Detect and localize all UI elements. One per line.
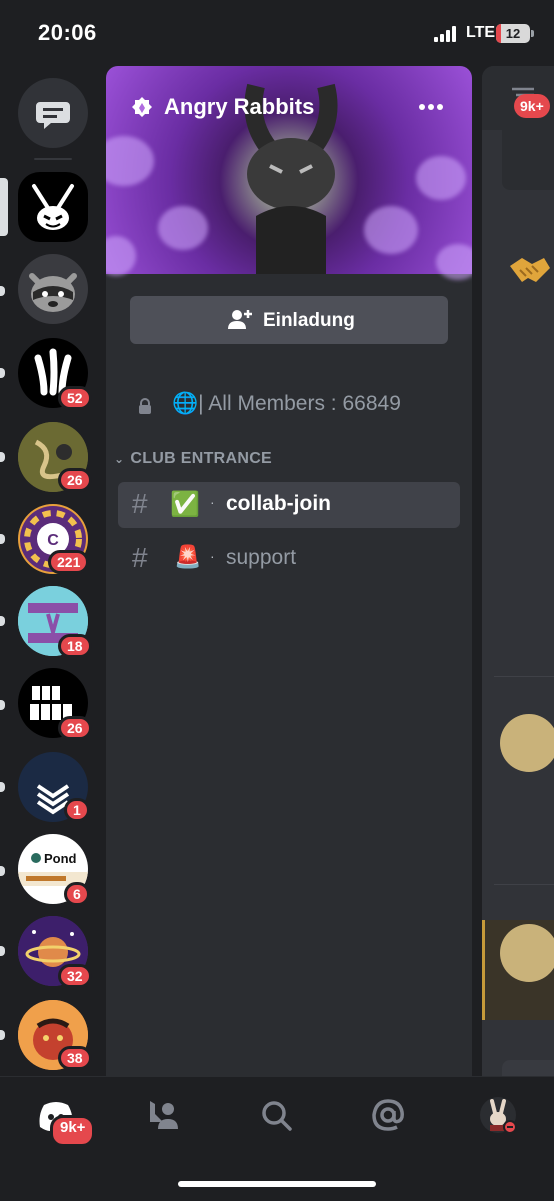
channel-panel: Angry Rabbits Einladung 🌐| All Members :… xyxy=(106,66,472,1076)
selected-server-indicator xyxy=(0,178,8,236)
unread-badge: 9k+ xyxy=(50,1115,96,1147)
unread-badge: 9k+ xyxy=(514,94,550,118)
pond-label: Pond xyxy=(44,851,77,866)
divider xyxy=(494,676,554,677)
avatar[interactable] xyxy=(500,924,554,982)
unread-badge: 1 xyxy=(64,798,90,822)
signal-icon xyxy=(434,26,460,42)
status-bar: 20:06 LTE 12 xyxy=(0,0,554,66)
direct-messages-button[interactable] xyxy=(18,78,88,148)
unread-dot xyxy=(0,866,5,876)
profile-avatar-icon xyxy=(480,1097,517,1134)
search-icon xyxy=(262,1101,292,1131)
invite-label: Einladung xyxy=(263,310,355,331)
hash-icon: # xyxy=(132,542,148,573)
server-icon-raccoon[interactable] xyxy=(18,254,88,324)
separator-dot: · xyxy=(210,494,215,510)
channel-emoji: 🚨 xyxy=(174,544,202,569)
unread-badge: 26 xyxy=(58,716,92,740)
chat-panel[interactable]: 9k+ xyxy=(482,66,554,1076)
nav-mentions[interactable] xyxy=(368,1095,408,1135)
unread-dot xyxy=(0,700,5,710)
bottom-nav: 9k+ xyxy=(0,1076,554,1201)
nav-profile[interactable] xyxy=(478,1095,518,1135)
lock-icon xyxy=(139,398,151,414)
battery-icon: 12 xyxy=(496,24,534,43)
chat-header: 9k+ xyxy=(482,66,554,130)
server-name[interactable]: Angry Rabbits xyxy=(164,94,314,120)
unread-dot xyxy=(0,782,5,792)
hash-icon: # xyxy=(132,488,148,519)
avatar[interactable] xyxy=(500,714,554,772)
more-options-icon[interactable] xyxy=(416,96,446,118)
channel-support[interactable]: # 🚨 · support xyxy=(118,536,460,582)
separator-dot: · xyxy=(210,548,215,564)
nav-search[interactable] xyxy=(256,1095,296,1135)
channel-label: support xyxy=(226,546,297,569)
chevron-down-icon: ⌄ xyxy=(114,452,125,466)
unread-badge: 26 xyxy=(58,468,92,492)
unread-dot xyxy=(0,946,5,956)
server-icon-angry-rabbits[interactable] xyxy=(18,172,88,242)
chat-bubble-icon xyxy=(36,102,70,129)
handshake-icon xyxy=(510,258,550,282)
unread-dot xyxy=(0,534,5,544)
server-rail: 52 26 C 221 18 26 1 Pond 6 32 38 xyxy=(0,66,106,1076)
channel-all-members[interactable]: 🌐| All Members : 66849 xyxy=(130,388,450,422)
home-indicator xyxy=(178,1181,376,1187)
unread-badge: 52 xyxy=(58,386,92,410)
unread-dot xyxy=(0,286,5,296)
nav-friends[interactable] xyxy=(144,1095,184,1135)
unread-dot xyxy=(0,1030,5,1040)
at-sign-icon xyxy=(372,1099,404,1131)
channel-label: 🌐| All Members : 66849 xyxy=(172,392,401,415)
server-boost-icon xyxy=(132,97,152,117)
divider xyxy=(494,884,554,885)
unread-dot xyxy=(0,616,5,626)
message-preview xyxy=(502,126,554,190)
unread-dot xyxy=(0,368,5,378)
network-label: LTE xyxy=(466,24,496,41)
unread-badge: 221 xyxy=(48,550,90,574)
rail-divider xyxy=(34,158,72,160)
category-club-entrance[interactable]: ⌄ CLUB ENTRANCE xyxy=(114,450,272,468)
unread-badge: 18 xyxy=(58,634,92,658)
invite-button[interactable]: Einladung xyxy=(130,296,448,344)
add-user-icon xyxy=(228,310,252,329)
clock: 20:06 xyxy=(38,20,97,45)
unread-badge: 32 xyxy=(58,964,92,988)
channel-emoji: ✅ xyxy=(170,491,200,518)
channel-collab-join[interactable]: # ✅ · collab-join xyxy=(118,482,460,528)
unread-badge: 6 xyxy=(64,882,90,906)
category-label: CLUB ENTRANCE xyxy=(130,450,273,467)
friends-icon xyxy=(150,1101,178,1129)
svg-text:C: C xyxy=(47,532,59,549)
message-input[interactable] xyxy=(502,1060,554,1076)
server-banner[interactable]: Angry Rabbits xyxy=(106,66,472,280)
unread-badge: 38 xyxy=(58,1046,92,1070)
channel-label: collab-join xyxy=(226,492,331,515)
unread-dot xyxy=(0,452,5,462)
